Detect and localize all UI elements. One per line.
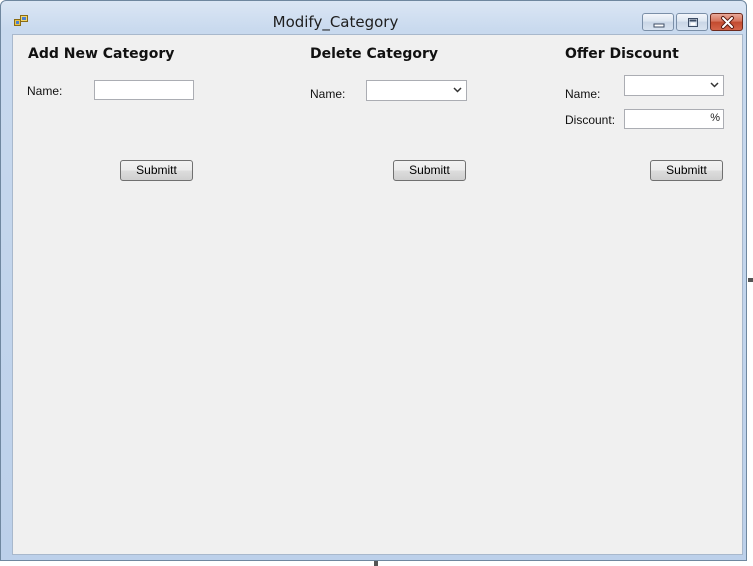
delete-submit-button[interactable]: Submitt — [393, 160, 466, 181]
offer-discount-heading: Offer Discount — [565, 46, 679, 62]
resize-handle-bottom[interactable] — [374, 561, 378, 566]
add-submit-button[interactable]: Submitt — [120, 160, 193, 181]
restore-icon — [688, 18, 698, 27]
close-icon — [721, 16, 734, 29]
discount-submit-button[interactable]: Submitt — [650, 160, 723, 181]
chevron-down-icon — [453, 87, 462, 93]
discount-name-label: Name: — [565, 87, 601, 101]
minimize-icon — [653, 23, 665, 28]
modify-category-window: Modify_Category Add New Category Name: S… — [0, 0, 747, 561]
chevron-down-icon — [710, 82, 719, 88]
form-client-area: Add New Category Name: Submitt Delete Ca… — [12, 34, 743, 555]
resize-handle-right[interactable] — [748, 278, 753, 282]
delete-category-heading: Delete Category — [310, 46, 439, 62]
discount-name-dropdown[interactable] — [624, 75, 724, 96]
title-bar[interactable]: Modify_Category — [1, 1, 746, 34]
percent-suffix: % — [710, 112, 720, 124]
minimize-button[interactable] — [642, 13, 674, 31]
add-category-heading: Add New Category — [28, 46, 175, 62]
add-name-label: Name: — [27, 84, 63, 98]
maximize-button[interactable] — [676, 13, 708, 31]
delete-name-dropdown[interactable] — [366, 80, 467, 101]
delete-name-label: Name: — [310, 87, 346, 101]
window-title: Modify_Category — [272, 13, 399, 31]
add-name-input[interactable] — [94, 80, 194, 100]
discount-input[interactable]: % — [624, 109, 724, 129]
close-button[interactable] — [710, 13, 743, 31]
discount-label: Discount: — [565, 113, 616, 127]
